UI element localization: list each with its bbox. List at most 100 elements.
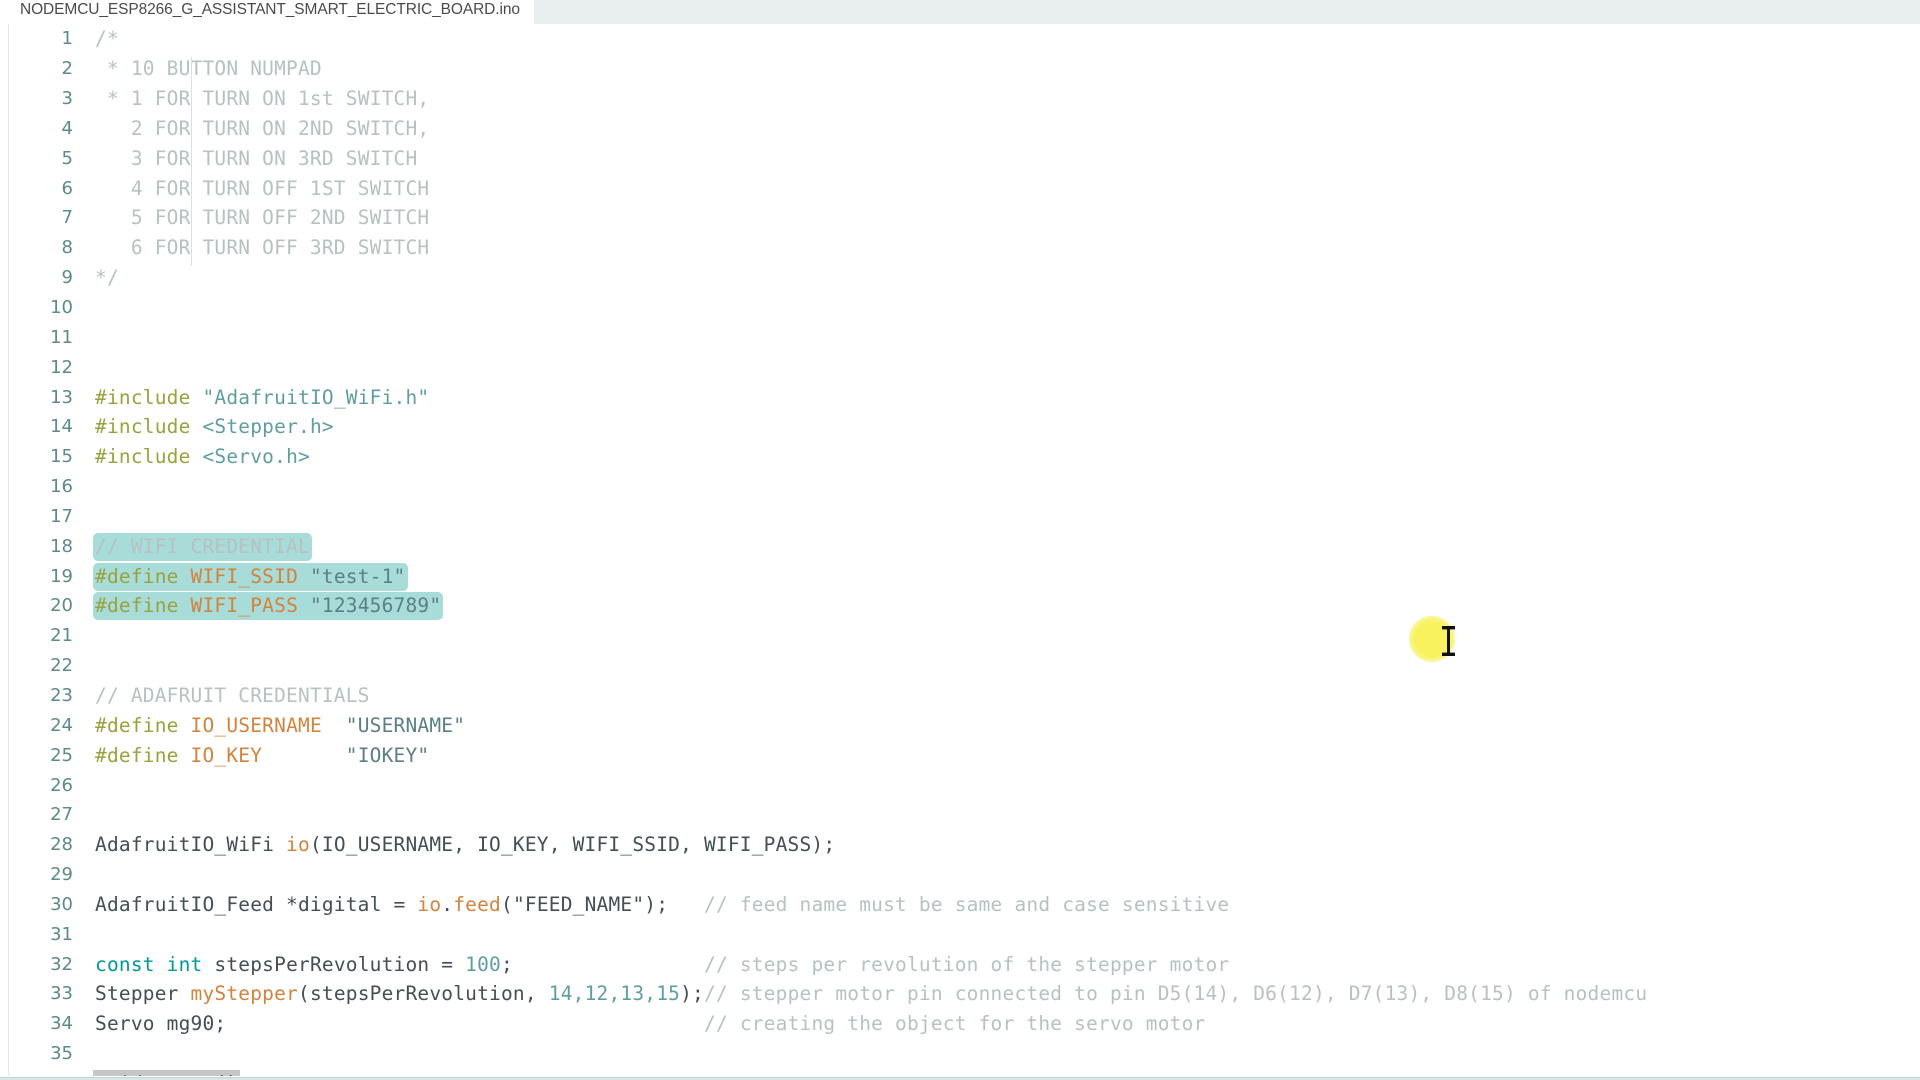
code-line[interactable]: 9 */ (0, 263, 1920, 293)
token-arguments: ("FEED_NAME"); (501, 892, 669, 916)
line-content[interactable]: #define IO_USERNAME "USERNAME" (85, 714, 1920, 737)
token-type: AdafruitIO_Feed *digital = (95, 892, 418, 916)
code-line[interactable]: 7 5 FOR TURN OFF 2ND SWITCH (0, 203, 1920, 237)
token-comment: // WIFI CREDENTIAL (95, 534, 310, 558)
token-type: Stepper (95, 982, 191, 1006)
code-line[interactable]: 20 #define WIFI_PASS "123456789" (0, 591, 1920, 621)
line-number: 14 (50, 416, 73, 438)
line-content[interactable]: void setup() (85, 1069, 1920, 1076)
token-string: "test-1" (309, 564, 406, 588)
code-editor-pane[interactable]: 1 /* 2 * 10 BUTTON NUMPAD 3 * 1 FOR TURN… (0, 24, 1920, 1076)
code-line[interactable]: 27 (0, 800, 1920, 830)
code-line[interactable]: 32 const int stepsPerRevolution = 100; //… (0, 949, 1920, 979)
indent-guide (191, 206, 192, 237)
code-line[interactable]: 13 #include "AdafruitIO_WiFi.h" (0, 382, 1920, 412)
line-content[interactable]: Stepper myStepper(stepsPerRevolution, 14… (85, 982, 1920, 1005)
token-comment: 5 FOR TURN OFF 2ND SWITCH (130, 206, 430, 230)
line-number: 3 (61, 88, 73, 110)
code-line[interactable]: 15 #include <Servo.h> (0, 442, 1920, 472)
code-line[interactable]: 29 (0, 860, 1920, 890)
line-number: 27 (50, 804, 73, 826)
line-content[interactable]: * 10 BUTTON NUMPAD (85, 57, 1920, 88)
line-content[interactable]: Servo mg90; // creating the object for th… (85, 1012, 1920, 1035)
code-line[interactable]: 35 (0, 1039, 1920, 1069)
indent-guide (191, 146, 192, 177)
token-trailing-comment: // stepper motor pin connected to pin D5… (704, 982, 1648, 1006)
code-line[interactable]: 2 * 10 BUTTON NUMPAD (0, 54, 1920, 88)
line-number: 5 (61, 147, 73, 169)
code-line[interactable]: 23 // ADAFRUIT CREDENTIALS (0, 681, 1920, 711)
line-content[interactable]: AdafruitIO_WiFi io(IO_USERNAME, IO_KEY, … (85, 833, 1920, 856)
code-line[interactable]: 24 #define IO_USERNAME "USERNAME" (0, 710, 1920, 740)
code-line[interactable]: 16 (0, 472, 1920, 502)
token-comment: /* (95, 27, 119, 51)
code-line[interactable]: 21 (0, 621, 1920, 651)
token-number-list: 14,12,13,15 (548, 982, 681, 1006)
line-number: 4 (61, 117, 73, 139)
code-line[interactable]: 30 AdafruitIO_Feed *digital = io.feed("F… (0, 889, 1920, 919)
token-header: "AdafruitIO_WiFi.h" (202, 385, 430, 409)
code-line[interactable]: 34 Servo mg90; // creating the object for… (0, 1009, 1920, 1039)
token-arguments: (stepsPerRevolution, (298, 982, 549, 1006)
code-line[interactable]: 3 * 1 FOR TURN ON 1st SWITCH, (0, 84, 1920, 117)
token-preprocessor: #include (95, 385, 191, 409)
token-comment: 6 FOR TURN OFF 3RD SWITCH (130, 236, 430, 260)
line-number: 8 (61, 237, 73, 259)
token-comment: 3 FOR TURN ON 3RD SWITCH (130, 146, 418, 170)
code-line[interactable]: 6 4 FOR TURN OFF 1ST SWITCH (0, 173, 1920, 207)
token-comment: * 1 FOR TURN ON 1st SWITCH, (106, 87, 430, 111)
tab-active-sketch-file[interactable]: NODEMCU_ESP8266_G_ASSISTANT_SMART_ELECTR… (8, 0, 534, 24)
indent-guide (191, 236, 192, 267)
code-line[interactable]: 5 3 FOR TURN ON 3RD SWITCH (0, 143, 1920, 177)
line-content[interactable]: #define IO_KEY "IOKEY" (85, 744, 1920, 767)
code-line[interactable]: 33 Stepper myStepper(stepsPerRevolution,… (0, 979, 1920, 1009)
token-trailing-comment: // steps per revolution of the stepper m… (704, 952, 1230, 976)
line-content[interactable]: #define WIFI_PASS "123456789" (85, 592, 1920, 621)
token-macro-name: WIFI_SSID (190, 564, 299, 588)
code-line[interactable]: 8 6 FOR TURN OFF 3RD SWITCH (0, 233, 1920, 267)
code-line[interactable]: 1 /* (0, 24, 1920, 54)
line-content[interactable]: // WIFI CREDENTIAL (85, 532, 1920, 561)
token-keyword: void (95, 1072, 143, 1076)
line-content[interactable]: 3 FOR TURN ON 3RD SWITCH (85, 146, 1920, 177)
code-line[interactable]: 17 (0, 502, 1920, 532)
code-line[interactable]: 14 #include <Stepper.h> (0, 412, 1920, 442)
code-line[interactable]: 10 (0, 293, 1920, 323)
line-content[interactable]: AdafruitIO_Feed *digital = io.feed("FEED… (85, 893, 1920, 916)
tab-label: NODEMCU_ESP8266_G_ASSISTANT_SMART_ELECTR… (20, 0, 520, 18)
token-trailing-comment: // feed name must be same and case sensi… (704, 892, 1230, 916)
line-number: 15 (50, 446, 73, 468)
code-line[interactable]: 18 // WIFI CREDENTIAL (0, 531, 1920, 561)
line-content[interactable]: 6 FOR TURN OFF 3RD SWITCH (85, 236, 1920, 267)
line-number: 12 (50, 356, 73, 378)
code-line[interactable]: 26 (0, 770, 1920, 800)
line-content[interactable]: // ADAFRUIT CREDENTIALS (85, 684, 1920, 707)
code-line[interactable]: 22 (0, 651, 1920, 681)
line-number: 26 (50, 774, 73, 796)
code-line[interactable]: 31 (0, 919, 1920, 949)
code-line[interactable]: 25 #define IO_KEY "IOKEY" (0, 740, 1920, 770)
line-content[interactable]: 5 FOR TURN OFF 2ND SWITCH (85, 206, 1920, 237)
line-content[interactable]: #include "AdafruitIO_WiFi.h" (85, 386, 1920, 409)
code-line[interactable]: 36 void setup() (0, 1069, 1920, 1076)
line-content[interactable]: 2 FOR TURN ON 2ND SWITCH, (85, 116, 1920, 147)
code-line[interactable]: 28 AdafruitIO_WiFi io(IO_USERNAME, IO_KE… (0, 830, 1920, 860)
code-line[interactable]: 19 #define WIFI_SSID "test-1" (0, 561, 1920, 591)
line-content[interactable]: * 1 FOR TURN ON 1st SWITCH, (85, 87, 1920, 117)
code-line[interactable]: 12 (0, 352, 1920, 382)
line-content[interactable]: #define WIFI_SSID "test-1" (85, 562, 1920, 591)
token-declaration: Servo mg90; (95, 1012, 227, 1036)
line-content[interactable]: #include <Servo.h> (85, 445, 1920, 468)
token-string: "IOKEY" (345, 743, 430, 767)
line-content[interactable]: 4 FOR TURN OFF 1ST SWITCH (85, 176, 1920, 207)
line-content[interactable]: */ (85, 266, 1920, 289)
code-line[interactable]: 4 2 FOR TURN ON 2ND SWITCH, (0, 114, 1920, 147)
line-content[interactable]: const int stepsPerRevolution = 100; // st… (85, 953, 1920, 976)
code-line[interactable]: 11 (0, 322, 1920, 352)
line-content[interactable]: /* (85, 27, 1920, 50)
line-content[interactable]: #include <Stepper.h> (85, 415, 1920, 438)
token-macro-name: WIFI_PASS (190, 594, 299, 618)
token-preprocessor: #define (95, 564, 179, 588)
token-arguments-close: ); (680, 982, 704, 1006)
line-number: 7 (61, 207, 73, 229)
